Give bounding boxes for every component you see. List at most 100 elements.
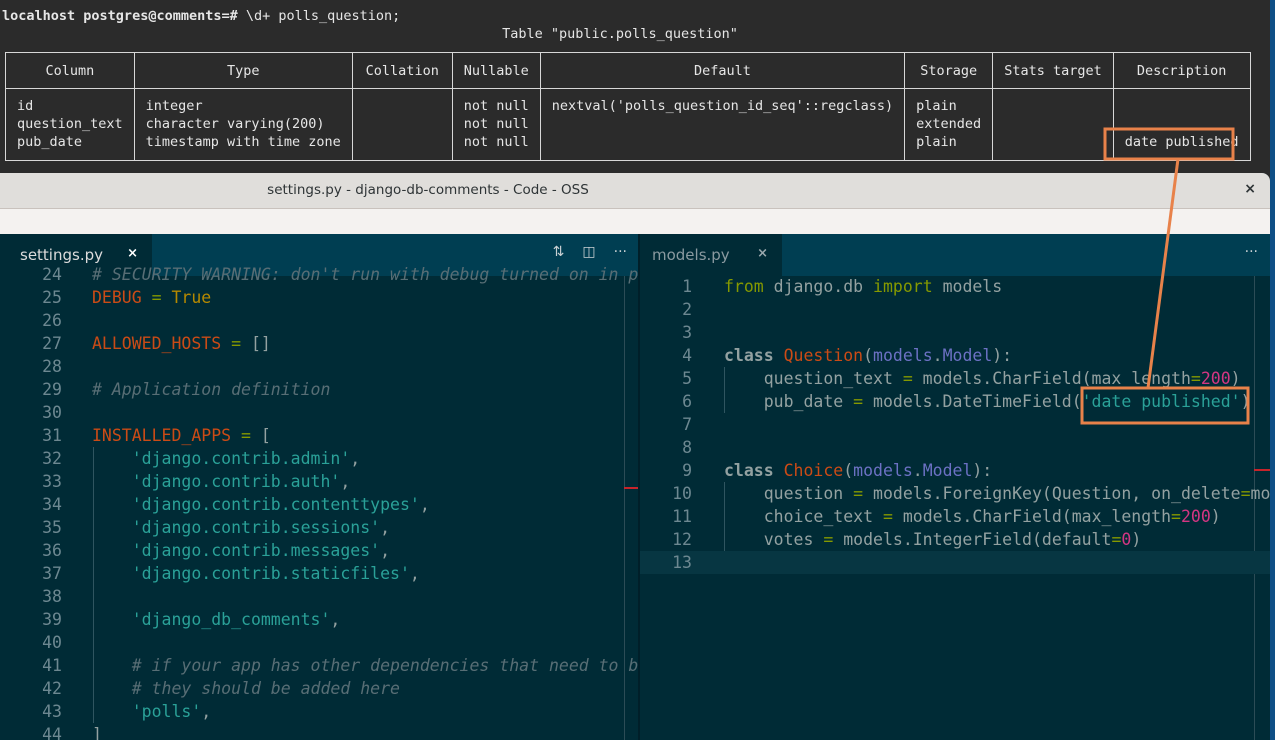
line-number: 11 [672, 507, 692, 526]
prompt-suffix: =# [221, 8, 238, 24]
code-line[interactable]: 44] [0, 723, 639, 740]
more-actions-icon[interactable]: ··· [614, 244, 627, 260]
code-oss-window[interactable]: settings.py - django-db-comments - Code … [0, 173, 1270, 740]
col-header: Description [1112, 52, 1251, 89]
code-text: 'django.contrib.staticfiles', [92, 562, 420, 585]
desktop-background-edge [1270, 0, 1275, 740]
code-line[interactable]: 41 # if your app has other dependencies … [0, 654, 639, 677]
code-line[interactable]: 42 # they should be added here [0, 677, 639, 700]
code-line[interactable]: 32 'django.contrib.admin', [0, 447, 639, 470]
code-line[interactable]: 39 'django_db_comments', [0, 608, 639, 631]
code-text: # Application definition [92, 378, 330, 401]
code-line[interactable]: 9 class Choice(models.Model): [640, 459, 1270, 482]
code-token: ): [992, 346, 1013, 365]
line-number: 5 [682, 369, 692, 388]
code-token: choice_text [724, 507, 883, 526]
code-line[interactable]: 25 DEBUG = True [0, 286, 639, 309]
code-text: DEBUG = True [92, 286, 211, 309]
code-line[interactable]: 27 ALLOWED_HOSTS = [] [0, 332, 639, 355]
code-line[interactable]: 24 # SECURITY WARNING: don't run with deb… [0, 263, 639, 286]
code-text: 'django.contrib.contenttypes', [92, 493, 430, 516]
code-token: Model [942, 346, 993, 365]
line-number: 2 [682, 300, 692, 319]
code-line[interactable]: 3 [640, 321, 1270, 344]
code-line[interactable]: 33 'django.contrib.auth', [0, 470, 639, 493]
code-line[interactable]: 6 pub_date = models.DateTimeField('date … [640, 390, 1270, 413]
code-token: [] [250, 334, 271, 353]
code-line[interactable]: 10 question = models.ForeignKey(Question… [640, 482, 1270, 505]
code-token: = [853, 392, 864, 411]
code-token: , [419, 495, 430, 514]
code-line[interactable]: 43 'polls', [0, 700, 639, 723]
code-line[interactable]: 1 from django.db import models [640, 275, 1270, 298]
code-line[interactable]: 7 [640, 413, 1270, 436]
table-body-row: id question_text pub_date integer character… [5, 88, 1251, 161]
code-line[interactable]: 28 [0, 355, 639, 378]
code-token: models.CASCADE) [1250, 484, 1270, 503]
line-number: 31 [42, 426, 62, 445]
terminal[interactable]: localhost postgres@comments=# \d+ polls_… [0, 0, 1275, 180]
indent-guide [724, 367, 725, 413]
open-changes-icon[interactable]: ⇅ [553, 244, 565, 260]
code-line[interactable]: 31 INSTALLED_APPS = [ [0, 424, 639, 447]
code-editor-settings[interactable]: 24 # SECURITY WARNING: don't run with deb… [0, 265, 639, 740]
code-line[interactable]: 35 'django.contrib.sessions', [0, 516, 639, 539]
editor-group-right[interactable]: models.py × ··· 1 from django.db import m… [640, 234, 1270, 740]
code-text: # they should be added here [92, 677, 400, 700]
window-titlebar[interactable]: settings.py - django-db-comments - Code … [0, 173, 1270, 209]
code-line[interactable]: 11 choice_text = models.CharField(max_le… [640, 505, 1270, 528]
window-close-icon[interactable]: × [1244, 181, 1256, 197]
code-line[interactable]: 34 'django.contrib.contenttypes', [0, 493, 639, 516]
code-line[interactable]: 4 class Question(models.Model): [640, 344, 1270, 367]
cell-collation [351, 88, 453, 161]
line-number: 42 [42, 679, 62, 698]
line-number: 28 [42, 357, 62, 376]
code-line[interactable]: 12 votes = models.IntegerField(default=0… [640, 528, 1270, 551]
description-date-published: date published [1124, 134, 1239, 150]
line-number: 39 [42, 610, 62, 629]
code-token: # if your app has other dependencies tha… [92, 656, 639, 675]
code-line[interactable]: 36 'django.contrib.messages', [0, 539, 639, 562]
line-number: 32 [42, 449, 62, 468]
line-number: 29 [42, 380, 62, 399]
code-line[interactable]: 40 [0, 631, 639, 654]
code-line[interactable]: 37 'django.contrib.staticfiles', [0, 562, 639, 585]
code-line[interactable]: 38 [0, 585, 639, 608]
col-header: Collation [351, 52, 453, 89]
code-line[interactable]: 13 [640, 551, 1270, 574]
split-editor-icon[interactable]: ◫ [582, 244, 595, 260]
code-token: ) [1230, 369, 1241, 388]
code-token: , [409, 564, 420, 583]
code-token: question_text [724, 369, 903, 388]
line-number: 6 [682, 392, 692, 411]
code-line[interactable]: 8 [640, 436, 1270, 459]
code-text: 'polls', [92, 700, 211, 723]
code-text: choice_text = models.CharField(max_lengt… [724, 505, 1221, 528]
code-token: ): [972, 461, 993, 480]
code-token: # SECURITY WARNING: don't run with debug… [92, 265, 639, 284]
line-number: 37 [42, 564, 62, 583]
more-actions-icon[interactable]: ··· [1245, 244, 1258, 260]
indent-guide [724, 482, 725, 551]
code-token: ( [863, 346, 874, 365]
line-number: 38 [42, 587, 62, 606]
tab-close-icon[interactable]: × [757, 246, 768, 261]
cell-column: id question_text pub_date [5, 88, 135, 161]
code-editor-models[interactable]: 1 from django.db import models 2 3 4 class Qu… [640, 276, 1270, 740]
tab-close-icon[interactable]: × [127, 246, 138, 261]
code-line[interactable]: 29 # Application definition [0, 378, 639, 401]
editor-group-left[interactable]: settings.py × ⇅ ◫ ··· 24 # SECURITY WARNI… [0, 234, 639, 740]
line-number: 25 [42, 288, 62, 307]
code-token: # they should be added here [92, 679, 400, 698]
code-line[interactable]: 26 [0, 309, 639, 332]
code-line[interactable]: 30 [0, 401, 639, 424]
tab-models-py[interactable]: models.py × [640, 234, 782, 276]
code-token: ) [1240, 392, 1251, 411]
code-line[interactable]: 5 question_text = models.CharField(max_l… [640, 367, 1270, 390]
code-token: 'django_db_comments' [92, 610, 331, 629]
prompt-user-db: postgres@comments [83, 8, 222, 24]
code-token: models.CharField(max_length [912, 369, 1191, 388]
line-number: 9 [682, 461, 692, 480]
code-line[interactable]: 2 [640, 298, 1270, 321]
code-token: = [1240, 484, 1251, 503]
